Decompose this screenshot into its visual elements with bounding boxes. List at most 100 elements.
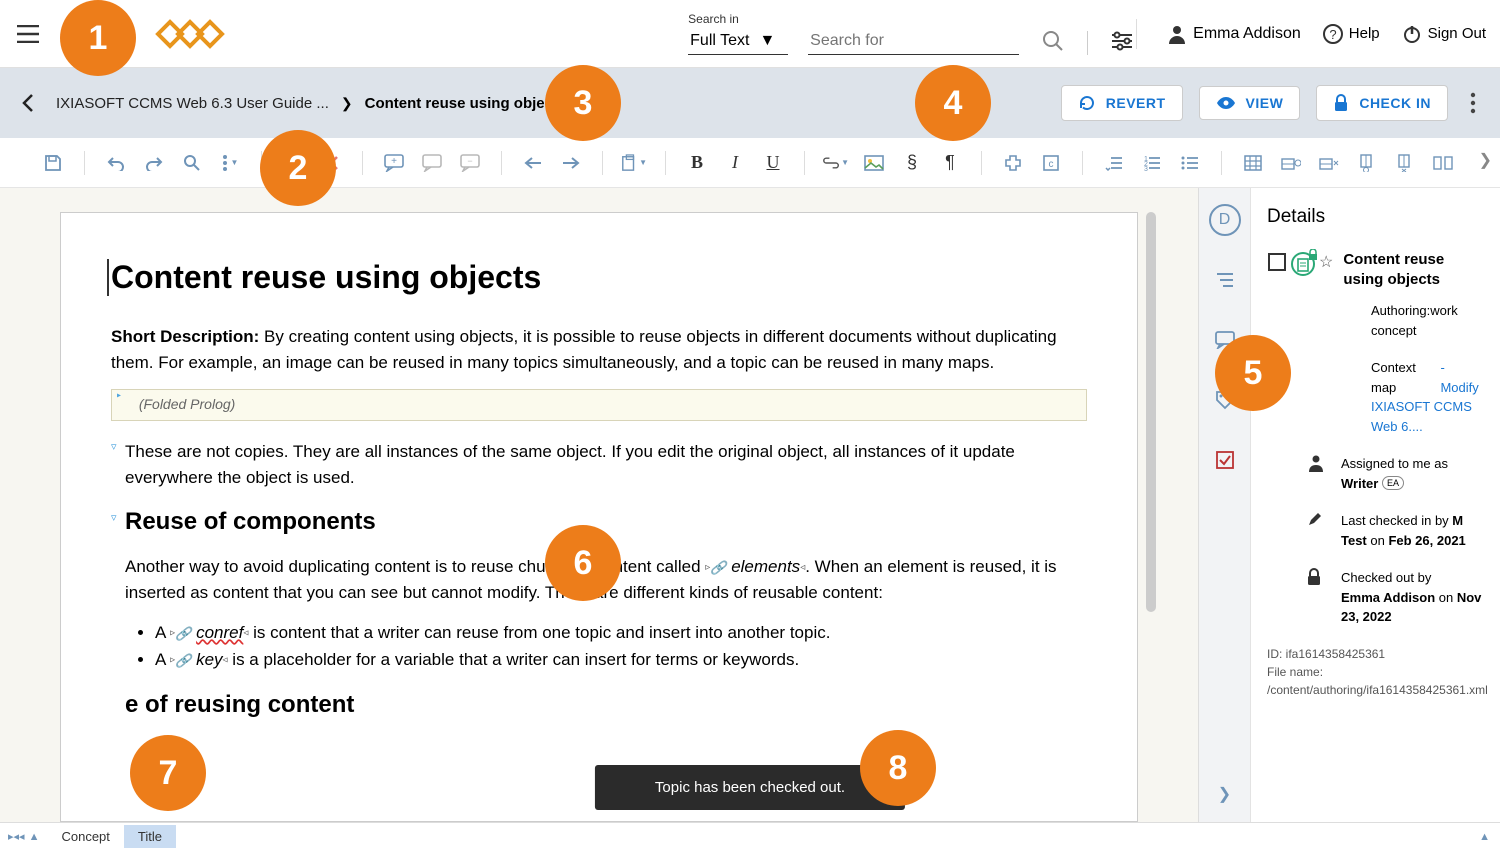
star-icon[interactable]: ☆: [1319, 252, 1333, 276]
folded-prolog[interactable]: (Folded Prolog): [111, 389, 1087, 421]
plugin-icon[interactable]: [1000, 150, 1026, 176]
annotation-1: 1: [60, 0, 136, 76]
chevron-down-icon: ▼: [759, 32, 775, 50]
svg-text:c: c: [1049, 159, 1054, 170]
side-tabs: D ❯: [1198, 188, 1250, 822]
bullet-list[interactable]: A ▹🔗 conref◃ is content that a writer ca…: [111, 619, 1087, 673]
context-map-value[interactable]: IXIASOFT CCMS Web 6....: [1371, 397, 1484, 436]
breadcrumb-leaf: Content reuse using objects: [365, 95, 567, 112]
user-chip[interactable]: Emma Addison: [1167, 24, 1301, 44]
tab-details[interactable]: D: [1209, 204, 1241, 236]
back-button[interactable]: [18, 92, 40, 114]
assigned-label: Assigned to me as: [1341, 454, 1484, 474]
checkbox-icon[interactable]: [1267, 252, 1287, 276]
code-block-icon[interactable]: c: [1038, 150, 1064, 176]
paragraph[interactable]: These are not copies. They are all insta…: [111, 439, 1087, 490]
doc-locked-icon: [1291, 252, 1315, 276]
search-in-doc-icon[interactable]: [179, 150, 205, 176]
list-item[interactable]: A ▹🔗 key◃ is a placeholder for a variabl…: [155, 646, 1087, 673]
document-page[interactable]: Content reuse using objects Short Descri…: [60, 212, 1138, 822]
view-button[interactable]: VIEW: [1199, 86, 1301, 120]
brand-logo: [152, 16, 232, 52]
details-doc-title: Content reuse using objects: [1343, 250, 1484, 289]
breadcrumb-concept[interactable]: Concept: [47, 825, 123, 848]
ordered-list-arrow-icon[interactable]: [1101, 150, 1127, 176]
link-icon[interactable]: ▼: [823, 150, 849, 176]
search-in-dropdown[interactable]: Search in Full Text ▼: [688, 12, 788, 55]
add-comment-icon[interactable]: +: [381, 150, 407, 176]
short-description[interactable]: Short Description: By creating content u…: [111, 324, 1087, 375]
breadcrumb-bar: IXIASOFT CCMS Web 6.3 User Guide ... ❯ C…: [0, 68, 1500, 138]
modify-link[interactable]: - Modify: [1440, 358, 1484, 397]
hamburger-icon[interactable]: [14, 20, 42, 48]
annotation-6: 6: [545, 525, 621, 601]
details-panel: Details ☆ Content reuse using objects Au…: [1250, 188, 1500, 822]
initials-badge: EA: [1382, 476, 1404, 490]
save-icon[interactable]: [40, 150, 66, 176]
delete-comment-icon[interactable]: −: [457, 150, 483, 176]
eye-icon: [1216, 96, 1236, 110]
page-title[interactable]: Content reuse using objects: [107, 259, 1087, 296]
status-bar: ▸◂◂ ▲ Concept Title ▲: [0, 822, 1500, 850]
search-input[interactable]: [808, 28, 1019, 55]
help-button[interactable]: ? Help: [1323, 24, 1380, 44]
more-dropdown-icon[interactable]: ▼: [217, 150, 243, 176]
tab-outline[interactable]: [1209, 264, 1241, 296]
toolbar-overflow-icon[interactable]: ❯: [1479, 150, 1492, 170]
svg-text:3: 3: [1144, 166, 1148, 171]
section-icon[interactable]: §: [899, 150, 925, 176]
merge-cells-icon[interactable]: [1430, 150, 1456, 176]
search-icon[interactable]: [1039, 27, 1067, 55]
expand-up-icon[interactable]: ▲: [29, 831, 40, 843]
undo-icon[interactable]: [103, 150, 129, 176]
underline-button[interactable]: U: [760, 150, 786, 176]
help-icon: ?: [1323, 24, 1343, 44]
annotation-4: 4: [915, 65, 991, 141]
nav-prev-icon[interactable]: [520, 150, 546, 176]
unordered-list-icon[interactable]: [1177, 150, 1203, 176]
bold-button[interactable]: B: [684, 150, 710, 176]
paste-icon[interactable]: ▼: [621, 150, 647, 176]
more-actions-button[interactable]: [1464, 86, 1482, 120]
annotation-5: 5: [1215, 335, 1291, 411]
search-in-value: Full Text: [690, 32, 749, 50]
svg-text:−: −: [467, 156, 472, 166]
pencil-icon: [1307, 511, 1323, 527]
section-heading-cut[interactable]: e of reusing content: [111, 691, 1087, 719]
file-info: ID: ifa1614358425361 File name: /content…: [1267, 645, 1484, 699]
edit-comment-icon[interactable]: [419, 150, 445, 176]
tab-validate[interactable]: [1209, 444, 1241, 476]
insert-col-icon[interactable]: [1354, 150, 1380, 176]
chevron-right-icon: ❯: [341, 95, 353, 112]
scrollbar[interactable]: [1146, 212, 1156, 612]
svg-text:+: +: [391, 156, 397, 167]
ordered-list-icon[interactable]: 123: [1139, 150, 1165, 176]
breadcrumb-toggle-icon[interactable]: ▸◂◂: [8, 830, 25, 843]
breadcrumb-title[interactable]: Title: [124, 825, 176, 848]
details-status: Authoring:work: [1371, 301, 1484, 321]
lock-icon: [1307, 568, 1321, 586]
insert-row-icon[interactable]: [1278, 150, 1304, 176]
details-heading: Details: [1267, 206, 1484, 228]
context-map-label: Context map: [1371, 358, 1440, 397]
delete-col-icon[interactable]: [1392, 150, 1418, 176]
table-icon[interactable]: [1240, 150, 1266, 176]
delete-row-icon[interactable]: [1316, 150, 1342, 176]
settings-sliders-icon[interactable]: [1108, 27, 1136, 55]
pilcrow-icon[interactable]: ¶: [937, 150, 963, 176]
breadcrumb: IXIASOFT CCMS Web 6.3 User Guide ... ❯ C…: [56, 95, 566, 112]
sign-out-button[interactable]: Sign Out: [1402, 24, 1486, 44]
search-in-label: Search in: [688, 12, 788, 26]
italic-button[interactable]: I: [722, 150, 748, 176]
expand-panel-icon[interactable]: ▲: [1479, 831, 1500, 843]
nav-next-icon[interactable]: [558, 150, 584, 176]
redo-icon[interactable]: [141, 150, 167, 176]
annotation-3: 3: [545, 65, 621, 141]
revert-button[interactable]: REVERT: [1061, 85, 1183, 121]
list-item[interactable]: A ▹🔗 conref◃ is content that a writer ca…: [155, 619, 1087, 646]
lock-icon: [1333, 94, 1349, 112]
check-in-button[interactable]: CHECK IN: [1316, 85, 1448, 121]
image-icon[interactable]: [861, 150, 887, 176]
breadcrumb-root[interactable]: IXIASOFT CCMS Web 6.3 User Guide ...: [56, 95, 329, 112]
collapse-panel-icon[interactable]: ❯: [1209, 778, 1241, 810]
